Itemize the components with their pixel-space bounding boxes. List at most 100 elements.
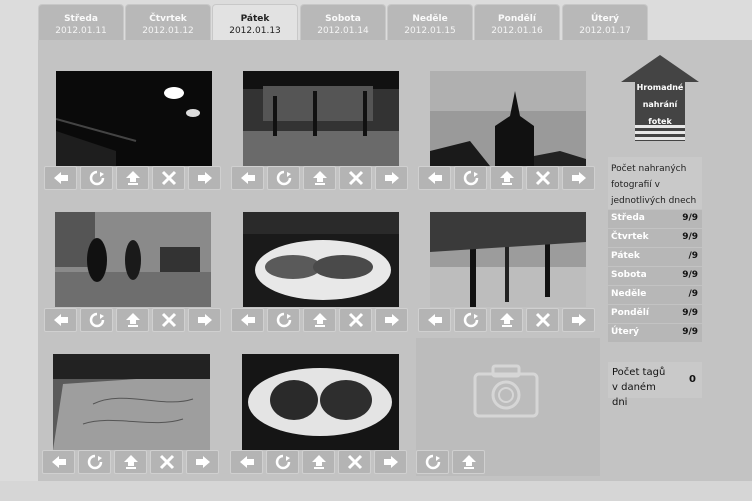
stat-count: 9/9: [682, 308, 698, 318]
move-left-button[interactable]: [42, 450, 75, 474]
set-cover-button[interactable]: [116, 166, 149, 190]
photo-1[interactable]: [56, 71, 212, 166]
stat-row-patek: Pátek/9: [608, 248, 702, 266]
rotate-icon: [87, 454, 102, 470]
tab-date: 2012.01.13: [229, 26, 281, 36]
bulk-upload-label: Hromadné nahrání fotek: [636, 83, 684, 126]
stat-day: Úterý: [611, 327, 640, 337]
move-left-button[interactable]: [44, 308, 77, 332]
tab-ctvrtek[interactable]: Čtvrtek 2012.01.12: [125, 4, 211, 42]
move-left-button[interactable]: [418, 308, 451, 332]
delete-icon: [347, 454, 362, 470]
photo-6[interactable]: [430, 212, 586, 307]
rotate-button[interactable]: [78, 450, 111, 474]
stat-row-streda: Středa 9/9: [608, 210, 702, 228]
tab-streda[interactable]: Středa 2012.01.11: [38, 4, 124, 42]
move-left-button[interactable]: [230, 450, 263, 474]
tab-day: Neděle: [412, 14, 448, 24]
photo-5-controls: [231, 308, 411, 332]
rotate-button[interactable]: [80, 308, 113, 332]
stat-row-ctvrtek: Čtvrtek 9/9: [608, 229, 702, 247]
rotate-button[interactable]: [80, 166, 113, 190]
upload-icon: [125, 171, 140, 185]
tab-utery[interactable]: Úterý 2012.01.17: [562, 4, 648, 42]
stat-day: Středa: [611, 213, 645, 223]
delete-button[interactable]: [152, 308, 185, 332]
rotate-button[interactable]: [267, 166, 300, 190]
move-right-button[interactable]: [562, 166, 595, 190]
set-cover-button[interactable]: [302, 450, 335, 474]
delete-icon: [161, 170, 176, 186]
move-right-button[interactable]: [186, 450, 219, 474]
set-cover-button[interactable]: [303, 308, 336, 332]
delete-icon: [535, 170, 550, 186]
photo-4[interactable]: [55, 212, 211, 307]
delete-button[interactable]: [526, 308, 559, 332]
tag-count-box: Počet tagů v daném dni 0: [608, 362, 702, 408]
arrow-left-icon: [240, 172, 255, 184]
delete-button[interactable]: [339, 166, 372, 190]
move-left-button[interactable]: [418, 166, 451, 190]
tab-date: 2012.01.16: [491, 26, 543, 36]
move-right-button[interactable]: [188, 166, 221, 190]
set-cover-button[interactable]: [303, 166, 336, 190]
delete-button[interactable]: [150, 450, 183, 474]
photo-panel: Hromadné nahrání fotek Počet nahraných f…: [38, 40, 752, 481]
set-cover-button[interactable]: [490, 166, 523, 190]
upload-icon: [311, 455, 326, 469]
set-cover-button[interactable]: [114, 450, 147, 474]
set-cover-button[interactable]: [116, 308, 149, 332]
upload-stats: Počet nahraných fotografií v jednotlivýc…: [608, 157, 702, 342]
delete-button[interactable]: [152, 166, 185, 190]
delete-icon: [348, 170, 363, 186]
photo-6-controls: [418, 308, 598, 332]
tab-pondeli[interactable]: Pondělí 2012.01.16: [474, 4, 560, 42]
delete-button[interactable]: [338, 450, 371, 474]
set-cover-button[interactable]: [490, 308, 523, 332]
delete-button[interactable]: [526, 166, 559, 190]
tab-sobota[interactable]: Sobota 2012.01.14: [300, 4, 386, 42]
arrow-left-icon: [51, 456, 66, 468]
stat-count: 9/9: [682, 213, 698, 223]
stat-day: Neděle: [611, 289, 647, 299]
rotate-icon: [276, 170, 291, 186]
delete-icon: [159, 454, 174, 470]
rotate-button[interactable]: [454, 166, 487, 190]
stat-day: Pátek: [611, 251, 640, 261]
arrow-right-icon: [571, 314, 586, 326]
tab-patek[interactable]: Pátek 2012.01.13: [212, 4, 298, 44]
move-right-button[interactable]: [375, 308, 408, 332]
move-left-button[interactable]: [231, 166, 264, 190]
arrow-right-icon: [571, 172, 586, 184]
stat-count: 9/9: [682, 232, 698, 242]
set-cover-button[interactable]: [452, 450, 485, 474]
rotate-button[interactable]: [454, 308, 487, 332]
rotate-button[interactable]: [416, 450, 449, 474]
move-right-button[interactable]: [375, 166, 408, 190]
move-right-button[interactable]: [188, 308, 221, 332]
bulk-upload-button[interactable]: Hromadné nahrání fotek: [621, 55, 699, 141]
photo-3[interactable]: [430, 71, 586, 166]
rotate-button[interactable]: [267, 308, 300, 332]
move-left-button[interactable]: [231, 308, 264, 332]
photo-2[interactable]: [243, 71, 399, 166]
arrow-right-icon: [197, 314, 212, 326]
move-right-button[interactable]: [562, 308, 595, 332]
rotate-icon: [89, 170, 104, 186]
move-left-button[interactable]: [44, 166, 77, 190]
arrow-left-icon: [427, 172, 442, 184]
stat-row-utery: Úterý 9/9: [608, 324, 702, 342]
delete-icon: [348, 312, 363, 328]
photo-7[interactable]: [53, 354, 210, 450]
upload-icon: [312, 313, 327, 327]
arrow-right-icon: [195, 456, 210, 468]
bottom-strip: [0, 481, 752, 501]
photo-8[interactable]: [242, 354, 399, 450]
rotate-button[interactable]: [266, 450, 299, 474]
delete-button[interactable]: [339, 308, 372, 332]
stat-count: 9/9: [682, 270, 698, 280]
photo-5[interactable]: [243, 212, 399, 307]
move-right-button[interactable]: [374, 450, 407, 474]
stat-row-nedele: Neděle/9: [608, 286, 702, 304]
tab-nedele[interactable]: Neděle 2012.01.15: [387, 4, 473, 42]
